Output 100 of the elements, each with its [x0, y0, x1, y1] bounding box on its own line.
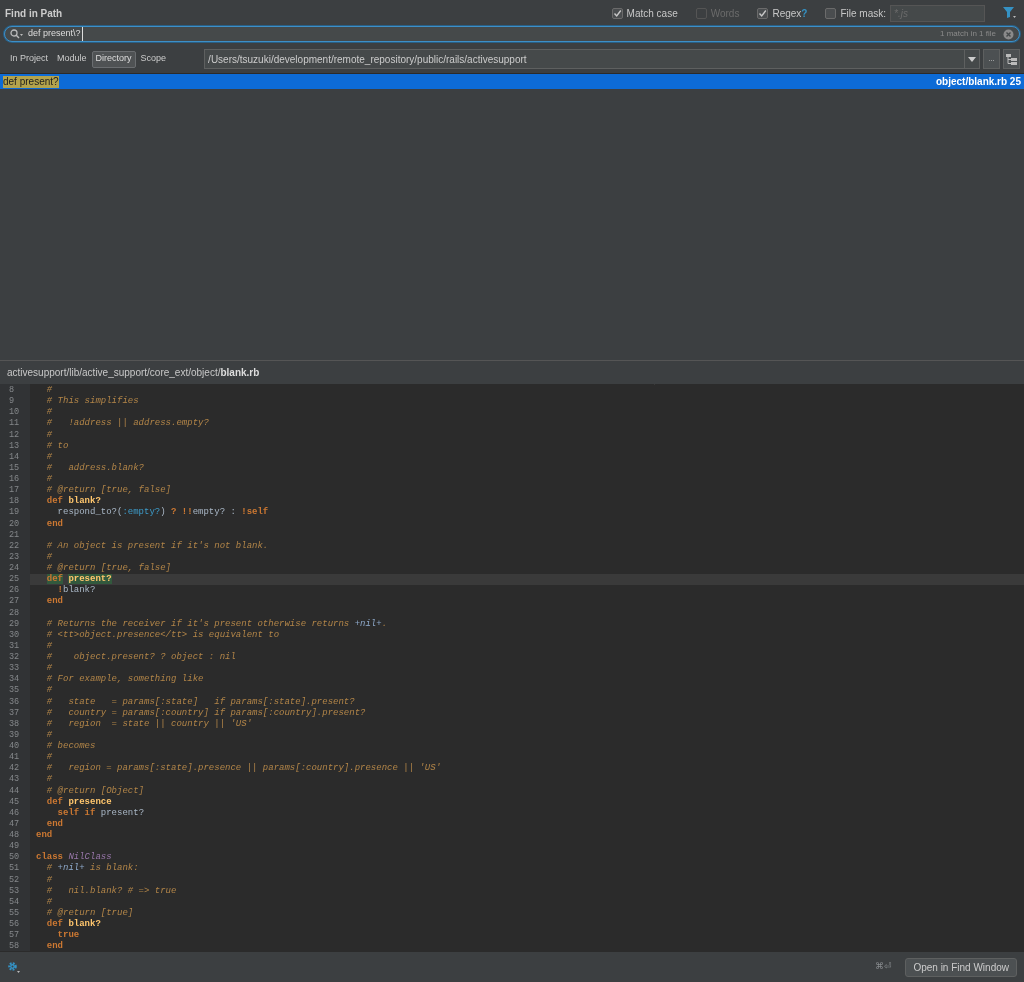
settings-icon	[7, 961, 21, 973]
search-icon	[10, 29, 24, 39]
line-number: 21	[8, 529, 21, 541]
line-number: 33	[8, 663, 21, 675]
code-line: # becomes	[45, 741, 96, 751]
line-number: 16	[8, 474, 21, 486]
line-number: 15	[8, 462, 21, 474]
code-line: # For example, something like	[45, 674, 204, 685]
checkbox[interactable]	[611, 7, 623, 19]
line-number: 39	[8, 729, 21, 741]
line-number: 11	[8, 418, 21, 430]
line-number: 19	[8, 507, 21, 519]
line-number: 48	[8, 830, 21, 842]
line-number: 45	[8, 796, 21, 808]
line-number: 28	[8, 607, 21, 619]
line-number: 56	[8, 919, 21, 931]
line-number: 36	[8, 696, 21, 708]
result-match-text: def present?	[3, 75, 59, 88]
code-line: # <tt>object.presence</tt> is equivalent to	[45, 629, 280, 640]
code-line: end	[45, 818, 63, 829]
checkbox-label[interactable]: File mask:	[840, 5, 886, 21]
code-line: # An object is present if it's not blank.	[45, 540, 269, 551]
code-line: # @return [Object]	[45, 785, 145, 796]
code-line: # @return [true]	[45, 907, 134, 918]
dropdown-icon[interactable]	[964, 50, 979, 68]
shortcut-hint: ⌘⏎	[875, 960, 893, 974]
line-number: 8	[8, 385, 16, 397]
code-line: # +nil+ is blank:	[45, 863, 139, 874]
line-number: 27	[8, 596, 21, 608]
window-title: Find in Path	[5, 6, 63, 21]
code-line: #	[45, 874, 53, 885]
result-file: object/blank.rb 25	[935, 75, 1021, 89]
code-line: # object.present? ? object : nil	[45, 652, 236, 662]
line-number: 24	[8, 563, 21, 575]
result-row[interactable]: def present? object/blank.rb 25	[0, 74, 1024, 89]
line-number: 35	[8, 685, 21, 697]
code-line: def present?	[45, 574, 112, 585]
line-number: 14	[8, 451, 21, 463]
line-number: 18	[8, 496, 21, 508]
line-number: 46	[8, 807, 21, 819]
directory-combobox[interactable]: /Users/tsuzuki/development/remote_repository/public/rails/activesupport	[204, 49, 980, 69]
code-line: # to	[45, 440, 69, 451]
code-line: end	[45, 941, 63, 951]
code-line: end	[36, 830, 53, 840]
line-number: 41	[8, 752, 21, 764]
scope-tab[interactable]: Directory	[91, 50, 136, 68]
line-number: 20	[8, 518, 21, 530]
code-line: def blank?	[45, 919, 101, 929]
code-line: #	[45, 752, 53, 763]
checkbox-label[interactable]: Match case	[626, 5, 678, 21]
line-number: 51	[8, 863, 21, 875]
line-number: 32	[8, 652, 21, 664]
open-in-find-window-button[interactable]: Open in Find Window	[905, 957, 1017, 977]
line-number: 34	[8, 674, 21, 686]
line-number: 50	[8, 852, 21, 864]
code-line: #	[45, 451, 53, 462]
code-line: # region = params[:state].presence || params[:country].presence || 'US'	[45, 763, 442, 774]
code-line: #	[45, 385, 53, 395]
line-number: 13	[8, 440, 21, 452]
file-path: activesupport/lib/active_support/core_ext/object/blank.rb	[7, 366, 260, 380]
checkbox-label[interactable]: Regex	[772, 5, 802, 21]
checkbox[interactable]	[825, 7, 837, 19]
code-line: #	[45, 474, 53, 484]
code-line: #	[45, 685, 53, 696]
line-number: 58	[8, 941, 21, 951]
line-number: 9	[8, 396, 16, 408]
code-line: # !address || address.empty?	[45, 418, 209, 429]
code-line: def blank?	[45, 496, 101, 507]
tree-view-button[interactable]	[1003, 49, 1020, 69]
code-line: #	[45, 663, 53, 674]
clear-icon[interactable]	[1003, 28, 1014, 40]
code-line: #	[45, 551, 53, 562]
line-number: 25	[8, 574, 21, 586]
line-number: 43	[8, 774, 21, 786]
line-number: 22	[8, 540, 21, 552]
line-number: 37	[8, 707, 21, 719]
code-line: # nil.blank? # => true	[45, 885, 177, 896]
scope-tab[interactable]: In Project	[6, 50, 53, 68]
code-line: !blank?	[56, 585, 96, 596]
browse-button[interactable]: ...	[983, 49, 1000, 69]
code-line: # state = params[:state] if params[:state].present?	[45, 696, 355, 707]
line-number: 12	[8, 429, 21, 441]
line-number: 31	[8, 640, 21, 652]
scope-tab[interactable]: Scope	[136, 50, 171, 68]
line-number: 53	[8, 885, 21, 897]
code-line: def presence	[45, 796, 112, 807]
line-number: 49	[8, 841, 21, 853]
line-number: 40	[8, 741, 21, 753]
line-number: 42	[8, 763, 21, 775]
line-number: 52	[8, 874, 21, 886]
scope-tab[interactable]: Module	[53, 50, 91, 68]
line-number: 10	[8, 407, 21, 419]
code-line: #	[45, 896, 53, 907]
code-line: # @return [true, false]	[45, 485, 172, 496]
line-number: 44	[8, 785, 21, 797]
code-line: end	[45, 596, 63, 607]
code-line: self if present?	[56, 807, 145, 818]
line-number: 38	[8, 718, 21, 730]
code-line: #	[45, 407, 53, 418]
checkbox[interactable]	[757, 7, 769, 19]
